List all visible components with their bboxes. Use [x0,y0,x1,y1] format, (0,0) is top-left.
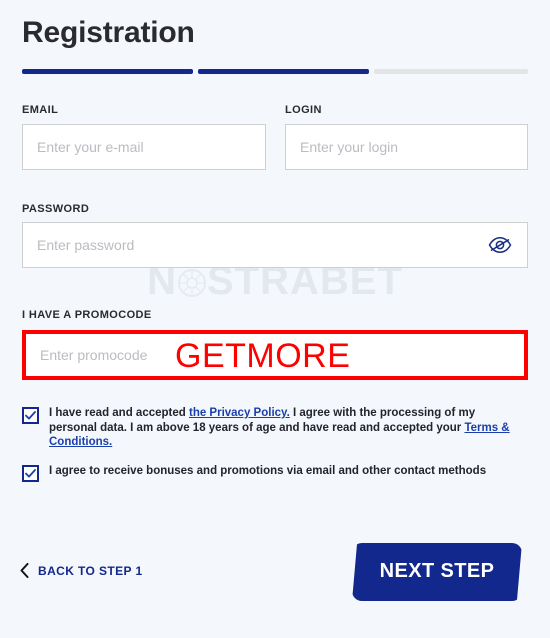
promocode-label: I HAVE A PROMOCODE [22,309,152,321]
privacy-consent-checkbox[interactable] [22,407,39,424]
page-title: Registration [22,16,195,49]
consent-row-privacy[interactable]: I have read and accepted the Privacy Pol… [22,406,522,450]
registration-page: N STRABET Registration EMAIL Enter your e… [0,0,550,638]
email-label: EMAIL [22,104,59,116]
eye-off-icon[interactable] [487,234,513,256]
privacy-text-part-1: I have read and accepted [49,407,189,419]
email-field[interactable]: Enter your e-mail [22,124,266,170]
progress-segment-1 [22,69,193,74]
registration-progress-bar [22,69,528,74]
password-field[interactable]: Enter password [22,222,528,268]
promocode-placeholder: Enter promocode [40,347,148,363]
email-placeholder: Enter your e-mail [37,139,144,155]
consent-row-marketing[interactable]: I agree to receive bonuses and promotion… [22,464,522,482]
next-step-button-label: NEXT STEP [379,559,495,582]
login-placeholder: Enter your login [300,139,399,155]
privacy-consent-text: I have read and accepted the Privacy Pol… [49,406,522,450]
marketing-consent-checkbox[interactable] [22,465,39,482]
progress-segment-2 [198,69,369,74]
promocode-field[interactable]: Enter promocode [22,330,528,380]
login-label: LOGIN [285,104,322,116]
progress-segment-3 [374,69,528,74]
login-field[interactable]: Enter your login [285,124,528,170]
password-label: PASSWORD [22,203,90,215]
next-step-button[interactable]: NEXT STEP [352,543,522,601]
privacy-policy-link[interactable]: the Privacy Policy. [189,407,290,419]
back-button-label: BACK TO STEP 1 [38,563,143,578]
back-to-step-1-button[interactable]: BACK TO STEP 1 [20,563,143,578]
password-placeholder: Enter password [37,237,135,253]
chevron-left-icon [20,563,29,578]
watermark-ball-icon [177,268,207,298]
marketing-consent-text: I agree to receive bonuses and promotion… [49,465,487,477]
